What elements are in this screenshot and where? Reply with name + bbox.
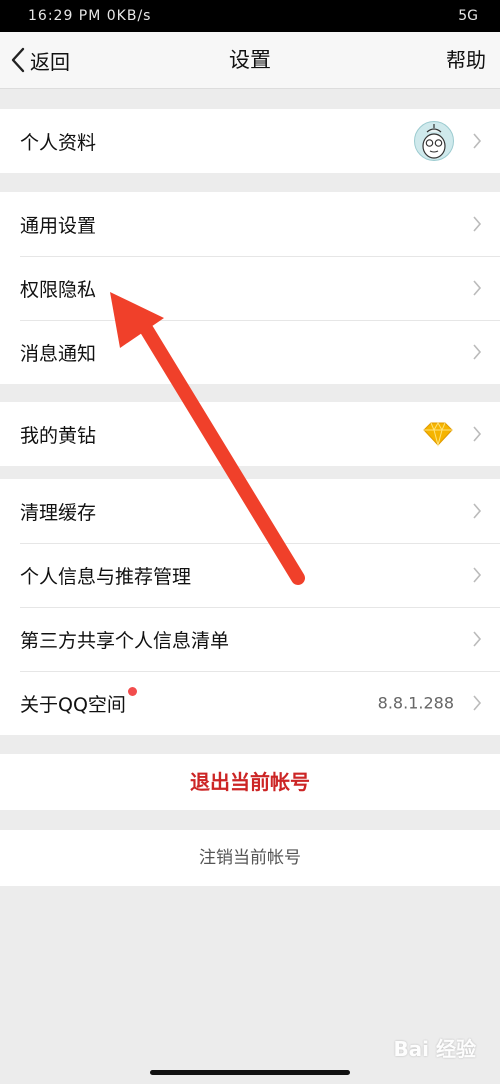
- version-text: 8.8.1.288: [377, 693, 454, 713]
- chevron-right-icon: [473, 426, 482, 442]
- help-button[interactable]: 帮助: [446, 32, 486, 88]
- watermark-text: Bai 经验: [393, 1037, 476, 1061]
- settings-group-misc: 清理缓存 个人信息与推荐管理 第三方共享个人信息清单 关于QQ空间 8.8.1.…: [0, 479, 500, 735]
- chevron-right-icon: [473, 133, 482, 149]
- settings-group-diamond: 我的黄钻: [0, 402, 500, 466]
- settings-item-label: 消息通知: [20, 342, 97, 365]
- settings-item-about[interactable]: 关于QQ空间 8.8.1.288: [0, 671, 500, 735]
- status-right-text: 5G: [458, 8, 478, 24]
- chevron-right-icon: [473, 567, 482, 583]
- settings-item-privacy[interactable]: 权限隐私: [0, 256, 500, 320]
- settings-item-third-party[interactable]: 第三方共享个人信息清单: [0, 607, 500, 671]
- settings-item-general[interactable]: 通用设置: [0, 192, 500, 256]
- chevron-right-icon: [473, 344, 482, 360]
- settings-item-label: 第三方共享个人信息清单: [20, 629, 230, 652]
- status-bar: 16:29 PM 0KB/s 5G: [0, 0, 500, 32]
- chevron-right-icon: [473, 631, 482, 647]
- avatar: [414, 121, 454, 161]
- settings-item-profile[interactable]: 个人资料: [0, 109, 500, 173]
- settings-item-label: 权限隐私: [20, 278, 97, 301]
- status-left-text: 16:29 PM 0KB/s: [28, 8, 152, 24]
- avatar-image: [422, 124, 446, 159]
- settings-group-general: 通用设置 权限隐私 消息通知: [0, 192, 500, 384]
- settings-item-label: 通用设置: [20, 214, 97, 237]
- chevron-right-icon: [473, 216, 482, 232]
- settings-item-notifications[interactable]: 消息通知: [0, 320, 500, 384]
- home-indicator[interactable]: [150, 1070, 350, 1075]
- page-title: 设置: [229, 48, 271, 72]
- chevron-right-icon: [473, 503, 482, 519]
- chevron-left-icon: [11, 47, 25, 73]
- nav-bar: 返回 设置 帮助: [0, 32, 500, 89]
- red-dot-badge: [127, 686, 137, 696]
- back-label: 返回: [30, 49, 70, 74]
- settings-group-profile: 个人资料: [0, 109, 500, 173]
- settings-item-yellow-diamond[interactable]: 我的黄钻: [0, 402, 500, 466]
- settings-item-label: 我的黄钻: [20, 424, 97, 447]
- settings-item-label: 个人信息与推荐管理: [20, 565, 192, 588]
- logout-button[interactable]: 退出当前帐号: [0, 754, 500, 810]
- cancel-account-button[interactable]: 注销当前帐号: [0, 830, 500, 886]
- chevron-right-icon: [473, 280, 482, 296]
- settings-item-label: 关于QQ空间: [20, 693, 126, 716]
- back-button[interactable]: 返回: [10, 32, 70, 88]
- settings-item-clear-cache[interactable]: 清理缓存: [0, 479, 500, 543]
- settings-item-label: 清理缓存: [20, 501, 97, 524]
- settings-item-label: 个人资料: [20, 131, 97, 154]
- diamond-icon: [423, 421, 453, 447]
- chevron-right-icon: [473, 695, 482, 711]
- settings-item-personal-info[interactable]: 个人信息与推荐管理: [0, 543, 500, 607]
